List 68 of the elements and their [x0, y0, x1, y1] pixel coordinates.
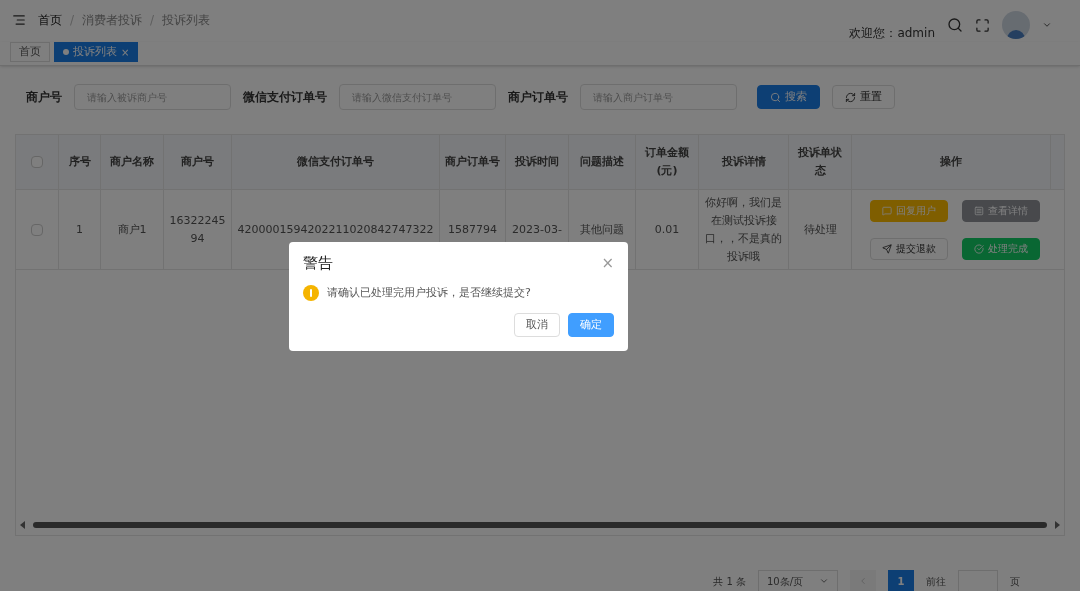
column-header: 微信支付订单号	[297, 154, 374, 170]
page-suffix: 页	[1010, 574, 1020, 589]
page-number[interactable]: 1	[888, 570, 914, 591]
tab-label: 投诉列表	[73, 43, 117, 60]
table-cell-text: 0.01	[654, 221, 680, 238]
column-header: 投诉单状态	[797, 145, 843, 179]
column-header: 商户名称	[110, 154, 154, 170]
confirm-button[interactable]: 确定	[568, 313, 614, 337]
column-header: 商户订单号	[445, 154, 500, 170]
horizontal-scrollbar[interactable]	[33, 522, 1047, 528]
action-button[interactable]: 提交退款	[870, 237, 948, 260]
warning-icon	[303, 284, 319, 301]
reset-button[interactable]: 重置	[832, 85, 895, 109]
table-cell-text: 其他问题	[580, 221, 624, 238]
dialog-title: 警告	[303, 253, 333, 274]
action-button[interactable]: 回复用户	[870, 199, 948, 222]
table-cell-text: 你好啊，我们是在测试投诉接口，，不是真的投诉哦	[704, 194, 783, 265]
page-tab[interactable]: 首页	[10, 42, 50, 62]
tab-close[interactable]: ×	[121, 44, 130, 60]
column-header: 投诉时间	[515, 154, 559, 170]
column-header: 序号	[68, 154, 91, 170]
send-icon	[882, 243, 892, 254]
column-header: 投诉详情	[721, 154, 766, 170]
column-header: 问题描述	[580, 154, 624, 170]
close-button[interactable]: ×	[601, 252, 614, 275]
scroll-left-icon[interactable]	[20, 521, 25, 529]
message-icon	[882, 205, 892, 216]
table-cell-text: 1632224594	[168, 212, 227, 247]
checkbox[interactable]	[31, 223, 43, 236]
page-size-select[interactable]: 10条/页	[758, 570, 838, 591]
breadcrumb-separator: /	[70, 12, 75, 29]
breadcrumb-item[interactable]: 首页	[38, 11, 62, 29]
cancel-button[interactable]: 取消	[514, 313, 560, 337]
breadcrumb-separator: /	[150, 12, 155, 29]
menu-icon[interactable]	[12, 13, 26, 27]
scroll-right-icon[interactable]	[1055, 521, 1060, 529]
refresh-icon	[845, 91, 856, 103]
column-header: 操作	[940, 154, 962, 170]
breadcrumb-item[interactable]: 消费者投诉	[82, 11, 143, 29]
field-label: 商户号	[26, 89, 62, 106]
table-cell-text: 待处理	[803, 221, 837, 238]
caret-icon[interactable]	[1042, 20, 1052, 30]
field-label: 商户订单号	[508, 89, 568, 106]
table-cell-text: 1	[76, 221, 83, 238]
search-button[interactable]: 搜索	[757, 85, 820, 109]
page-tab[interactable]: 投诉列表 ×	[54, 42, 139, 62]
table-cell-text: 商户1	[117, 221, 147, 238]
avatar-icon[interactable]	[1002, 11, 1030, 39]
table-cell-text: 4200001594202211020842747322	[237, 221, 434, 238]
search-icon[interactable]	[947, 17, 963, 33]
goto-label: 前往	[926, 574, 946, 589]
breadcrumb-item[interactable]: 投诉列表	[162, 11, 211, 29]
chevron-down-icon	[819, 576, 829, 586]
checkbox[interactable]	[31, 156, 43, 168]
table-cell-text: 1587794	[448, 221, 497, 238]
dialog-message: 请确认已处理完用户投诉，是否继续提交?	[327, 284, 531, 301]
table-cell-text: 2023-03-	[512, 221, 562, 238]
total-count: 共 1 条	[713, 574, 746, 589]
tab-label: 首页	[19, 43, 41, 60]
check-circle-icon	[973, 243, 984, 254]
field-label: 微信支付订单号	[243, 89, 327, 106]
document-icon	[973, 205, 984, 216]
column-header: 订单金额(元)	[644, 145, 690, 179]
action-button[interactable]: 处理完成	[961, 237, 1040, 260]
fullscreen-icon[interactable]	[975, 17, 990, 33]
search-icon	[770, 91, 781, 103]
column-header: 商户号	[181, 154, 214, 170]
welcome-text: 欢迎您：admin	[849, 25, 935, 42]
